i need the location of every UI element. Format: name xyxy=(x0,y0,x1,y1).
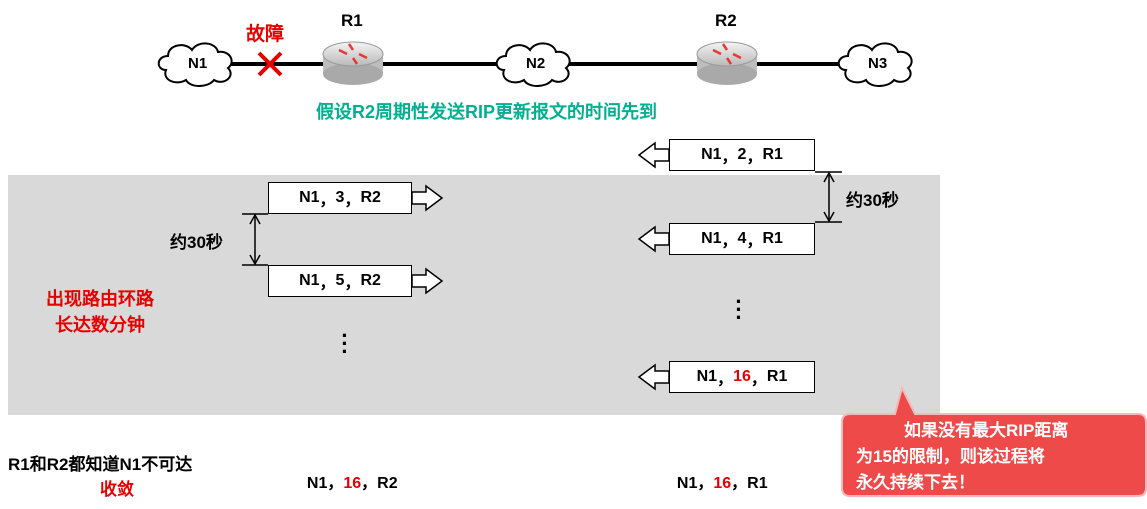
interval-bracket-left xyxy=(242,213,268,266)
router-r2-icon xyxy=(696,41,758,85)
unreachable-text: R1和R2都知道N1不可达 xyxy=(8,455,193,474)
fault-label: 故障 xyxy=(246,24,285,45)
final-left-entry: N1，16，R2 xyxy=(306,475,398,492)
routing-loop-text: 出现路由环路 长达数分钟 xyxy=(46,289,154,335)
interval-left-label: 约30秒 xyxy=(170,233,223,252)
interval-bracket-right xyxy=(815,171,842,223)
arrow-right-icon xyxy=(411,184,444,212)
router-r1-label: R1 xyxy=(341,11,363,30)
arrow-right-icon xyxy=(411,267,444,295)
right-message-box: N1， 16， R1 xyxy=(669,361,815,393)
arrow-left-icon xyxy=(637,141,670,169)
arrow-left-icon xyxy=(637,225,670,253)
ellipsis-left: · · · xyxy=(341,323,349,364)
network-n2-label: N2 xyxy=(526,55,546,72)
interval-right-label: 约30秒 xyxy=(846,191,899,210)
router-r1-icon xyxy=(322,41,384,85)
assumption-text: 假设R2周期性发送RIP更新报文的时间先到 xyxy=(316,102,658,122)
left-message-box: N1， 5， R2 xyxy=(268,265,412,297)
router-r2-label: R2 xyxy=(715,11,737,30)
converge-text: 收敛 xyxy=(100,480,134,499)
right-message-box: N1， 4， R1 xyxy=(669,223,815,255)
network-n3-label: N3 xyxy=(868,55,888,72)
arrow-left-icon xyxy=(637,363,670,391)
ellipsis-right: · · · xyxy=(735,289,743,330)
left-message-box: N1， 3， R2 xyxy=(268,182,412,214)
final-right-entry: N1，16，R1 xyxy=(676,475,768,492)
callout-text: 如果没有最大RIP距离 为15的限制，则该过程将 永久持续下去！ xyxy=(856,421,1069,492)
right-message-box: N1， 2， R1 xyxy=(669,139,815,171)
network-n1-label: N1 xyxy=(188,55,208,72)
